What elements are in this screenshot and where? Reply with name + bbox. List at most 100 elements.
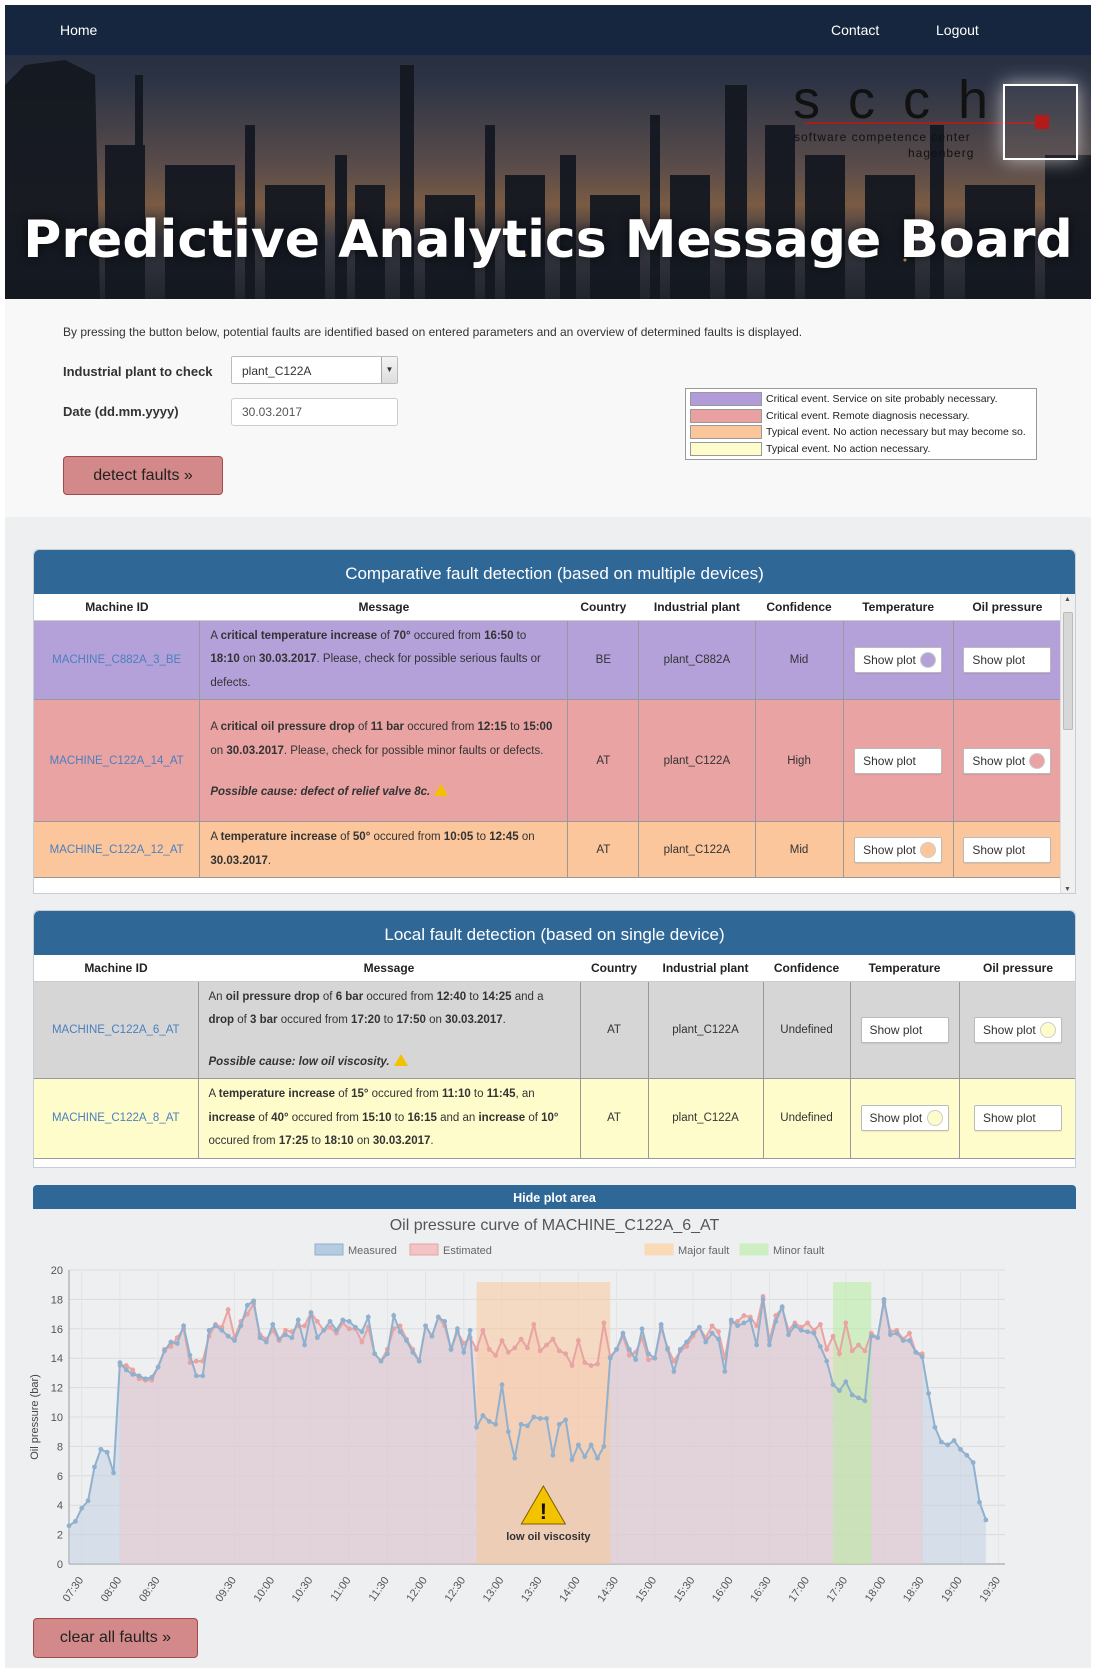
chevron-down-icon[interactable]: ▼ — [381, 357, 397, 383]
scroll-up-icon[interactable]: ▲ — [1064, 596, 1071, 603]
machine-id-link[interactable]: MACHINE_C122A_12_AT — [34, 821, 201, 878]
status-dot-icon — [920, 651, 937, 668]
severity-legend: Critical event. Service on site probably… — [685, 388, 1037, 460]
measured-point — [887, 1332, 893, 1338]
show-oil-plot-button[interactable]: Show plot — [963, 747, 1052, 774]
message-emphasis: 12:40 — [436, 990, 467, 1003]
message-cell: A temperature increase of 15° occured fr… — [198, 1078, 581, 1159]
oil-pressure-cell: Show plot — [953, 821, 1062, 878]
measured-point — [474, 1424, 479, 1430]
scroll-down-icon[interactable]: ▼ — [1064, 886, 1071, 893]
estimated-point — [588, 1363, 594, 1368]
measured-point — [977, 1499, 982, 1505]
show-temperature-plot-button[interactable]: Show plot — [854, 836, 943, 863]
measured-point — [130, 1371, 136, 1377]
message-emphasis: 12:45 — [489, 831, 519, 843]
measured-point — [951, 1438, 957, 1443]
message-cell: A temperature increase of 50° occured fr… — [199, 821, 569, 878]
estimated-point — [716, 1329, 721, 1335]
clear-all-faults-button[interactable]: clear all faults » — [33, 1618, 198, 1658]
message-text: to — [473, 831, 490, 843]
show-temperature-plot-button[interactable]: Show plot — [854, 747, 943, 774]
estimated-point — [569, 1363, 575, 1368]
show-oil-plot-button[interactable]: Show plot — [974, 1016, 1062, 1043]
hide-plot-area-button[interactable]: Hide plot area — [33, 1185, 1076, 1209]
measured-point — [639, 1326, 645, 1332]
measured-point — [652, 1355, 658, 1361]
machine-id-link[interactable]: MACHINE_C122A_6_AT — [34, 981, 199, 1079]
nav-logout-link[interactable]: Logout — [936, 22, 979, 38]
measured-point — [168, 1339, 174, 1345]
message-emphasis: 15° — [351, 1088, 369, 1100]
col-machine-id: Machine ID — [34, 594, 200, 621]
measured-point — [384, 1351, 390, 1357]
measured-point — [779, 1304, 785, 1310]
plant-select[interactable]: plant_C122A ▼ — [231, 356, 398, 384]
message-text: to — [380, 1014, 397, 1026]
confidence-cell: Undefined — [763, 981, 851, 1079]
comparative-table-viewport[interactable]: Machine ID Message Country Industrial pl… — [34, 594, 1062, 893]
temperature-cell: Show plot — [843, 821, 954, 878]
measured-point — [136, 1373, 142, 1379]
estimated-point — [359, 1339, 365, 1345]
machine-id-link[interactable]: MACHINE_C122A_8_AT — [34, 1078, 199, 1159]
scroll-thumb[interactable] — [1063, 612, 1073, 730]
message-emphasis: 11:45 — [486, 1088, 516, 1100]
measured-point — [289, 1335, 295, 1341]
page-frame: Home Contact Logout scch software compet… — [5, 5, 1091, 1668]
detect-faults-button[interactable]: detect faults » — [63, 456, 223, 495]
message-text: of — [335, 1088, 352, 1100]
message-emphasis: 18:10 — [324, 1135, 354, 1147]
x-tick-label: 08:30 — [137, 1575, 163, 1604]
temperature-cell: Show plot — [843, 699, 954, 822]
y-tick-label: 6 — [57, 1471, 63, 1483]
nav-home-link[interactable]: Home — [60, 22, 97, 38]
show-oil-plot-button[interactable]: Show plot — [963, 836, 1052, 863]
machine-id-link[interactable]: MACHINE_C882A_3_BE — [34, 620, 201, 700]
measured-point — [442, 1319, 448, 1324]
col-country: Country — [580, 955, 648, 982]
measured-point — [754, 1342, 760, 1348]
measured-point — [646, 1351, 651, 1357]
message-text: occured from — [368, 1088, 442, 1100]
country-cell: AT — [567, 699, 640, 822]
show-temperature-plot-button[interactable]: Show plot — [854, 646, 943, 673]
date-input[interactable]: 30.03.2017 — [231, 398, 398, 426]
measured-point — [66, 1523, 72, 1529]
show-oil-plot-button[interactable]: Show plot — [974, 1105, 1062, 1132]
measured-point — [308, 1310, 314, 1316]
col-plant: Industrial plant — [648, 955, 763, 982]
measured-point — [219, 1327, 225, 1333]
show-temperature-plot-button[interactable]: Show plot — [860, 1016, 949, 1043]
measured-point — [499, 1382, 505, 1388]
estimated-point — [862, 1348, 868, 1354]
measured-point — [550, 1452, 556, 1458]
show-oil-plot-button[interactable]: Show plot — [963, 646, 1052, 673]
message-text: , an — [515, 1088, 535, 1100]
measured-point — [98, 1446, 104, 1452]
measured-point — [760, 1297, 766, 1302]
warning-exclamation: ! — [540, 1499, 547, 1524]
machine-id-link[interactable]: MACHINE_C122A_14_AT — [34, 699, 201, 822]
estimated-point — [486, 1346, 492, 1352]
estimated-point — [302, 1323, 307, 1329]
status-dot-icon — [1029, 752, 1046, 769]
measured-point — [321, 1327, 327, 1333]
plant-cell: plant_C882A — [638, 620, 756, 700]
x-tick-label: 10:30 — [290, 1575, 316, 1604]
show-temperature-plot-button[interactable]: Show plot — [860, 1105, 949, 1132]
measured-point — [728, 1317, 734, 1323]
temperature-cell: Show plot — [843, 620, 954, 700]
measured-point — [531, 1414, 537, 1420]
estimated-point — [544, 1342, 549, 1348]
message-text: A — [210, 721, 221, 734]
table-row: MACHINE_C122A_6_AT An oil pressure drop o… — [34, 981, 1075, 1079]
legend-swatch — [690, 392, 762, 406]
nav-contact-link[interactable]: Contact — [831, 22, 879, 38]
table-scrollbar[interactable]: ▲ ▼ — [1060, 594, 1075, 893]
col-confidence: Confidence — [755, 594, 844, 621]
measured-point — [741, 1320, 747, 1326]
measured-point — [690, 1330, 696, 1336]
message-text: . — [430, 1135, 434, 1147]
measured-point — [378, 1358, 384, 1364]
